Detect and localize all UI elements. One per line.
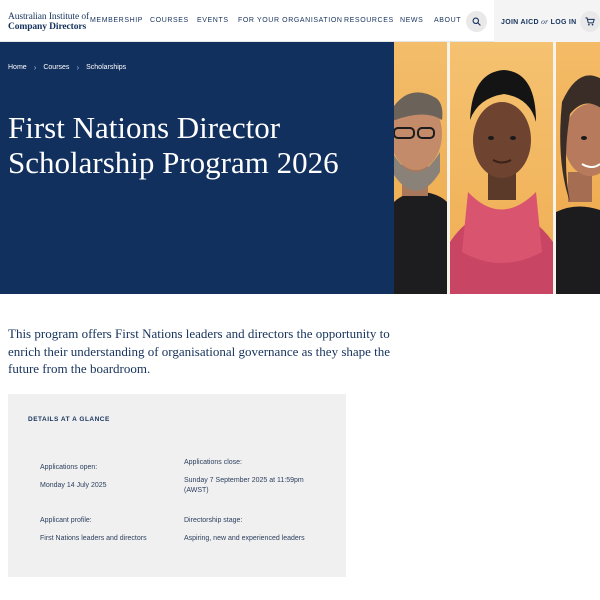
search-icon (472, 17, 481, 26)
applicant-profile-label: Applicant profile: (40, 517, 92, 524)
applications-close-label: Applications close: (184, 459, 242, 466)
join-or-text: or (541, 17, 549, 26)
nav-membership[interactable]: MEMBERSHIP (90, 17, 143, 24)
details-at-a-glance-card: DETAILS AT A GLANCE Applications open: M… (8, 394, 346, 577)
portrait-woman-red-scarf (450, 42, 553, 294)
nav-for-your-organisation[interactable]: FOR YOUR ORGANISATION (238, 17, 343, 24)
applications-open-value: Monday 14 July 2025 (40, 482, 107, 489)
directorship-stage-value: Aspiring, new and experienced leaders (184, 535, 305, 542)
breadcrumb-courses[interactable]: Courses (43, 64, 69, 71)
applications-open-label: Applications open: (40, 464, 98, 471)
details-heading: DETAILS AT A GLANCE (28, 416, 110, 423)
account-area: JOIN AICD or LOG IN (494, 0, 600, 42)
nav-courses[interactable]: COURSES (150, 17, 189, 24)
join-login-links: JOIN AICD or LOG IN (501, 17, 577, 26)
cart-button[interactable] (580, 11, 600, 32)
log-in-link[interactable]: LOG IN (551, 19, 577, 26)
nav-news[interactable]: NEWS (400, 17, 423, 24)
breadcrumb: Home › Courses › Scholarships (8, 63, 126, 72)
breadcrumb-scholarships[interactable]: Scholarships (86, 64, 126, 71)
portrait-man-glasses (394, 42, 447, 294)
nav-about[interactable]: ABOUT (434, 17, 461, 24)
nav-resources[interactable]: RESOURCES (344, 17, 394, 24)
breadcrumb-home[interactable]: Home (8, 64, 27, 71)
page-title: First Nations Director Scholarship Progr… (8, 110, 339, 180)
cart-icon (585, 17, 595, 26)
applications-close-value-line-2: (AWST) (184, 487, 209, 494)
portrait-woman-curly-hair (556, 42, 600, 294)
directorship-stage-label: Directorship stage: (184, 517, 243, 524)
hero-banner: Home › Courses › Scholarships First Nati… (0, 42, 394, 294)
applications-close-value: Sunday 7 September 2025 at 11:59pm (AWST… (184, 476, 304, 496)
nav-events[interactable]: EVENTS (197, 17, 229, 24)
logo-line-2: Company Directors (8, 21, 87, 32)
aicd-logo[interactable]: Australian Institute of Company Director… (8, 12, 89, 32)
chevron-right-icon: › (76, 63, 80, 72)
search-button[interactable] (466, 11, 487, 32)
intro-paragraph: This program offers First Nations leader… (8, 326, 391, 376)
applications-close-value-line-1: Sunday 7 September 2025 at 11:59pm (184, 477, 304, 484)
applicant-profile-value: First Nations leaders and directors (40, 535, 147, 542)
join-aicd-link[interactable]: JOIN AICD (501, 19, 539, 26)
chevron-right-icon: › (33, 63, 37, 72)
site-header: Australian Institute of Company Director… (0, 0, 600, 42)
hero-portrait-collage (394, 42, 600, 294)
